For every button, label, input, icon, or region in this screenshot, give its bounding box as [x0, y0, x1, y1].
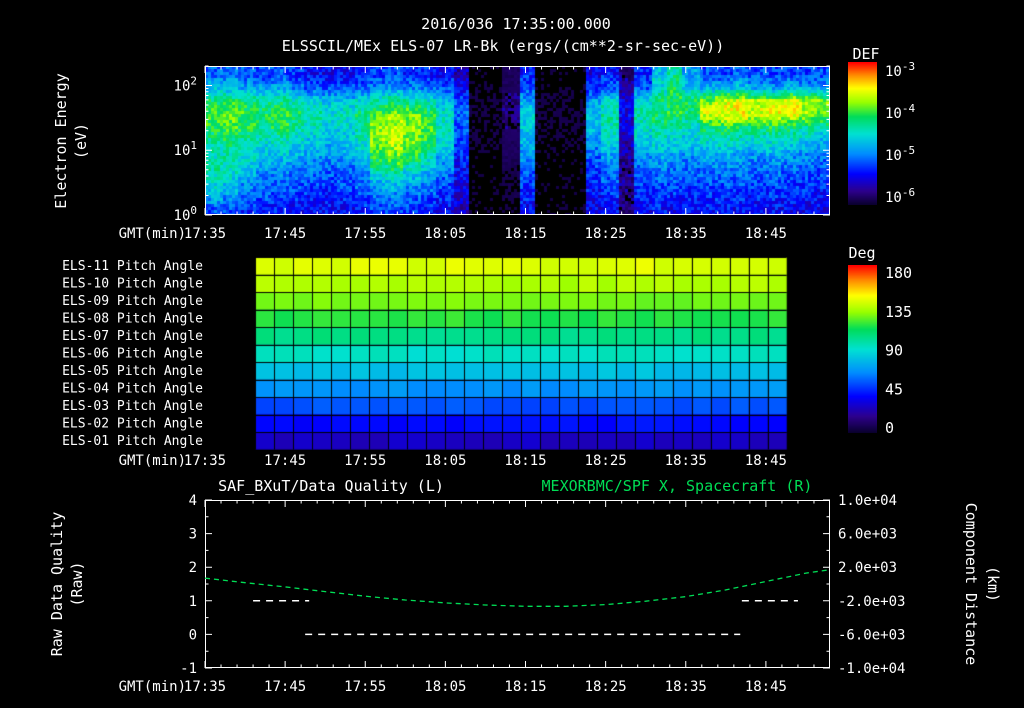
y-axis-units-raw: (Raw): [68, 561, 86, 606]
x-axis-ticks: [204, 500, 815, 668]
time-tick-label: 17:45: [264, 679, 306, 695]
pitch-row-label: ELS-11 Pitch Angle: [62, 259, 203, 274]
time-tick-label: 18:05: [424, 226, 466, 242]
instrument-title: ELSSCIL/MEx ELS-07 LR-Bk (ergs/(cm**2-sr…: [282, 37, 725, 55]
distance-tick-label: -2.0e+03: [838, 594, 905, 610]
quality-tick-label: 0: [189, 627, 197, 643]
distance-tick-label: 6.0e+03: [838, 527, 897, 543]
plot-page: 2016/036 17:35:00.000 ELSSCIL/MEx ELS-07…: [0, 0, 1024, 708]
time-tick-label: 18:35: [665, 453, 707, 469]
quality-tick-label: 1: [189, 594, 197, 610]
time-tick-label: 18:15: [504, 226, 546, 242]
x-axis-ticks: [204, 66, 815, 215]
bottom-panel-frame: [205, 500, 830, 668]
time-tick-label: 18:35: [665, 226, 707, 242]
time-tick-label: 18:15: [504, 453, 546, 469]
deg-colorbar-tick: 135: [885, 303, 912, 321]
pitch-row-label: ELS-08 Pitch Angle: [62, 312, 203, 327]
time-tick-label: 18:25: [585, 453, 627, 469]
gmt-label-middle: GMT(min): [119, 453, 186, 469]
gmt-label-bottom: GMT(min): [119, 679, 186, 695]
time-tick-label: 18:45: [745, 226, 787, 242]
y-axis-title-component-distance: Component Distance: [962, 503, 980, 666]
axes-overlay: 2016/036 17:35:00.000 ELSSCIL/MEx ELS-07…: [48, 15, 1002, 695]
distance-tick-label: -1.0e+04: [838, 661, 905, 677]
deg-colorbar-tick: 180: [885, 264, 912, 282]
def-colorbar-tick: 10-6: [885, 186, 915, 206]
time-tick-label: 18:15: [504, 679, 546, 695]
quality-tick-label: 3: [189, 527, 197, 543]
deg-colorbar-tick: 0: [885, 419, 894, 437]
bottom-panel-title-right: MEXORBMC/SPF X, Spacecraft (R): [542, 477, 813, 495]
distance-tick-label: 2.0e+03: [838, 560, 897, 576]
time-tick-label: 17:55: [344, 453, 386, 469]
distance-tick-label: 1.0e+04: [838, 493, 897, 509]
def-colorbar-tick: 10-5: [885, 144, 915, 164]
def-colorbar-tick: 10-3: [885, 60, 915, 80]
spectrogram-y-ticks: [205, 65, 830, 216]
quality-tick-label: 4: [189, 493, 197, 509]
pitch-row-label: ELS-06 Pitch Angle: [62, 347, 203, 362]
y-axis-title-electron-energy: Electron Energy: [52, 73, 70, 208]
time-tick-label: 17:55: [344, 226, 386, 242]
deg-colorbar-tick: 45: [885, 380, 903, 398]
energy-tick-label: 100: [174, 204, 197, 224]
gmt-label-top: GMT(min): [119, 226, 186, 242]
pitch-row-label: ELS-05 Pitch Angle: [62, 364, 203, 379]
def-colorbar-tick: 10-4: [885, 102, 915, 122]
spectrogram-frame: [205, 66, 830, 215]
colorbar-def-label: DEF: [852, 45, 879, 63]
bottom-y-ticks: [205, 499, 830, 669]
y-axis-units-km: (km): [984, 566, 1002, 602]
pitch-row-label: ELS-07 Pitch Angle: [62, 329, 203, 344]
plot-timestamp-title: 2016/036 17:35:00.000: [421, 15, 611, 33]
energy-tick-label: 101: [174, 139, 197, 159]
energy-tick-label: 102: [174, 74, 197, 94]
pitch-row-label: ELS-02 Pitch Angle: [62, 417, 203, 432]
time-tick-label: 18:45: [745, 679, 787, 695]
distance-tick-label: -6.0e+03: [838, 627, 905, 643]
pitch-row-label: ELS-01 Pitch Angle: [62, 434, 203, 449]
pitch-row-label: ELS-10 Pitch Angle: [62, 277, 203, 292]
time-tick-label: 18:45: [745, 453, 787, 469]
time-tick-label: 18:35: [665, 679, 707, 695]
time-tick-label: 18:05: [424, 453, 466, 469]
time-tick-label: 17:45: [264, 453, 306, 469]
time-tick-label: 17:35: [184, 679, 226, 695]
quality-tick-label: -1: [180, 661, 197, 677]
quality-tick-label: 2: [189, 560, 197, 576]
time-tick-label: 17:45: [264, 226, 306, 242]
time-tick-label: 18:25: [585, 679, 627, 695]
y-axis-units-ev: (eV): [72, 123, 90, 159]
time-tick-label: 18:25: [585, 226, 627, 242]
pitch-row-label: ELS-03 Pitch Angle: [62, 399, 203, 414]
colorbar-deg-label: Deg: [848, 244, 875, 262]
y-axis-title-raw-quality: Raw Data Quality: [48, 512, 66, 657]
deg-colorbar-tick: 90: [885, 342, 903, 360]
time-tick-label: 17:35: [184, 453, 226, 469]
pitch-row-label: ELS-09 Pitch Angle: [62, 294, 203, 309]
pitch-row-label: ELS-04 Pitch Angle: [62, 382, 203, 397]
time-tick-label: 17:55: [344, 679, 386, 695]
time-tick-label: 18:05: [424, 679, 466, 695]
time-tick-label: 17:35: [184, 226, 226, 242]
bottom-panel-title-left: SAF_BXuT/Data Quality (L): [218, 477, 444, 495]
